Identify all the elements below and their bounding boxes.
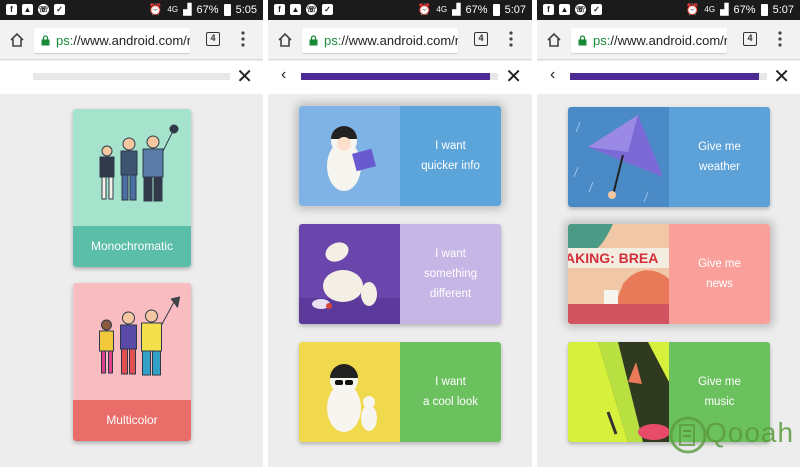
overflow-menu-icon[interactable] [241, 31, 245, 47]
battery-icon [492, 3, 500, 16]
close-icon[interactable]: ✕ [236, 64, 253, 89]
url-text: //www.android.com/r [610, 33, 727, 48]
facebook-icon: f [543, 4, 554, 15]
headline-text: AKING: BREA [568, 250, 658, 266]
option-card-quicker-info[interactable]: I want quicker info [299, 106, 501, 206]
alarm-icon: ⏰ [417, 4, 432, 16]
gallery-icon: ▲ [559, 4, 570, 15]
clipboard-icon: ✓ [322, 4, 333, 15]
whatsapp-icon: ☏ [575, 4, 586, 15]
concert-crowd-illustration [568, 342, 669, 442]
clock: 5:07 [504, 3, 526, 16]
lock-icon [41, 35, 50, 46]
card-label: Multicolor [73, 400, 191, 441]
network-type: 4G [704, 5, 716, 14]
card-label: I want a cool look [400, 342, 501, 442]
option-card-weather[interactable]: Give me weather [568, 107, 770, 207]
progress-bar [301, 73, 498, 80]
tab-switcher-button[interactable]: 4 [206, 32, 220, 46]
address-bar[interactable]: ps://www.android.com/r [302, 28, 458, 53]
back-arrow-icon[interactable]: ‹ [281, 66, 286, 84]
whatsapp-icon: ☏ [38, 4, 49, 15]
nesting-dolls-sunglasses-illustration [299, 342, 400, 442]
screen-content-question: f ▲ ☏ ✓ ⏰ 4G ▟ 67% 5:07 ps://www.android… [537, 0, 800, 467]
monochromatic-illustration [73, 109, 191, 226]
toppled-nesting-dolls-illustration [299, 224, 400, 324]
browser-toolbar: ps://www.android.com/r 4 [268, 20, 532, 60]
browser-toolbar: ps://www.android.com/r 4 [537, 20, 800, 60]
option-card-cool-look[interactable]: I want a cool look [299, 342, 501, 442]
signal-icon: ▟ [452, 4, 461, 16]
battery-icon [223, 3, 231, 16]
battery-icon [760, 3, 768, 16]
option-card-multicolor[interactable]: Multicolor [73, 283, 191, 441]
address-bar[interactable]: ps://www.android.com/r [34, 28, 190, 53]
signal-icon: ▟ [183, 4, 192, 16]
alarm-icon: ⏰ [148, 4, 163, 16]
card-label: Give me news [669, 224, 770, 324]
battery-percent: 67% [733, 3, 756, 16]
back-arrow-icon[interactable]: ‹ [550, 66, 555, 84]
gallery-icon: ▲ [22, 4, 33, 15]
signal-icon: ▟ [720, 4, 729, 16]
close-icon[interactable]: ✕ [505, 64, 522, 89]
progress-bar [33, 73, 230, 80]
option-card-news[interactable]: AKING: BREA Give me news [568, 224, 770, 324]
clock: 5:07 [772, 3, 794, 16]
quiz-header: ‹ ✕ [268, 61, 532, 94]
option-card-monochromatic[interactable]: Monochromatic [73, 109, 191, 267]
clock: 5:05 [235, 3, 257, 16]
gallery-icon: ▲ [290, 4, 301, 15]
umbrella-in-rain-illustration [568, 107, 669, 207]
home-icon[interactable] [9, 32, 25, 48]
network-type: 4G [167, 5, 179, 14]
home-icon[interactable] [277, 32, 293, 48]
overflow-menu-icon[interactable] [509, 31, 513, 47]
overflow-menu-icon[interactable] [778, 31, 782, 47]
tab-switcher-button[interactable]: 4 [743, 32, 757, 46]
card-label: Give me weather [669, 107, 770, 207]
browser-toolbar: ps://www.android.com/r 4 [0, 20, 263, 60]
facebook-icon: f [6, 4, 17, 15]
option-card-something-different[interactable]: I want something different [299, 224, 501, 324]
whatsapp-icon: ☏ [306, 4, 317, 15]
status-bar: f ▲ ☏ ✓ ⏰ 4G ▟ 67% 5:07 [537, 0, 800, 20]
status-bar: f ▲ ☏ ✓ ⏰ 4G ▟ 67% 5:05 [0, 0, 263, 20]
url-scheme: ps: [593, 33, 611, 48]
facebook-icon: f [274, 4, 285, 15]
clipboard-icon: ✓ [591, 4, 602, 15]
network-type: 4G [436, 5, 448, 14]
card-label: Monochromatic [73, 226, 191, 267]
watermark-text: Qooah [705, 417, 795, 448]
screen-style-question: f ▲ ☏ ✓ ⏰ 4G ▟ 67% 5:05 ps://www.android… [0, 0, 263, 467]
url-text: //www.android.com/r [341, 33, 458, 48]
home-icon[interactable] [546, 32, 562, 48]
quiz-header: ‹ ✕ [537, 61, 800, 94]
url-scheme: ps: [324, 33, 342, 48]
lock-icon [309, 35, 318, 46]
battery-percent: 67% [196, 3, 219, 16]
alarm-icon: ⏰ [685, 4, 700, 16]
progress-bar [570, 73, 767, 80]
tab-switcher-button[interactable]: 4 [474, 32, 488, 46]
card-label: I want quicker info [400, 106, 501, 206]
breaking-news-illustration: AKING: BREA [568, 224, 669, 324]
progress-fill [301, 73, 491, 80]
multicolor-illustration [73, 283, 191, 400]
screen-need-question: f ▲ ☏ ✓ ⏰ 4G ▟ 67% 5:07 ps://www.android… [268, 0, 532, 467]
progress-fill [570, 73, 760, 80]
battery-percent: 67% [465, 3, 488, 16]
status-bar: f ▲ ☏ ✓ ⏰ 4G ▟ 67% 5:07 [268, 0, 532, 20]
clipboard-icon: ✓ [54, 4, 65, 15]
card-label: I want something different [400, 224, 501, 324]
url-scheme: ps: [56, 33, 74, 48]
nesting-doll-reading-illustration [299, 106, 400, 206]
screenshot-triptych: f ▲ ☏ ✓ ⏰ 4G ▟ 67% 5:05 ps://www.android… [0, 0, 800, 467]
close-icon[interactable]: ✕ [773, 64, 790, 89]
quiz-header: ✕ [0, 61, 263, 94]
url-text: //www.android.com/r [73, 33, 190, 48]
address-bar[interactable]: ps://www.android.com/r [571, 28, 727, 53]
lock-icon [578, 35, 587, 46]
